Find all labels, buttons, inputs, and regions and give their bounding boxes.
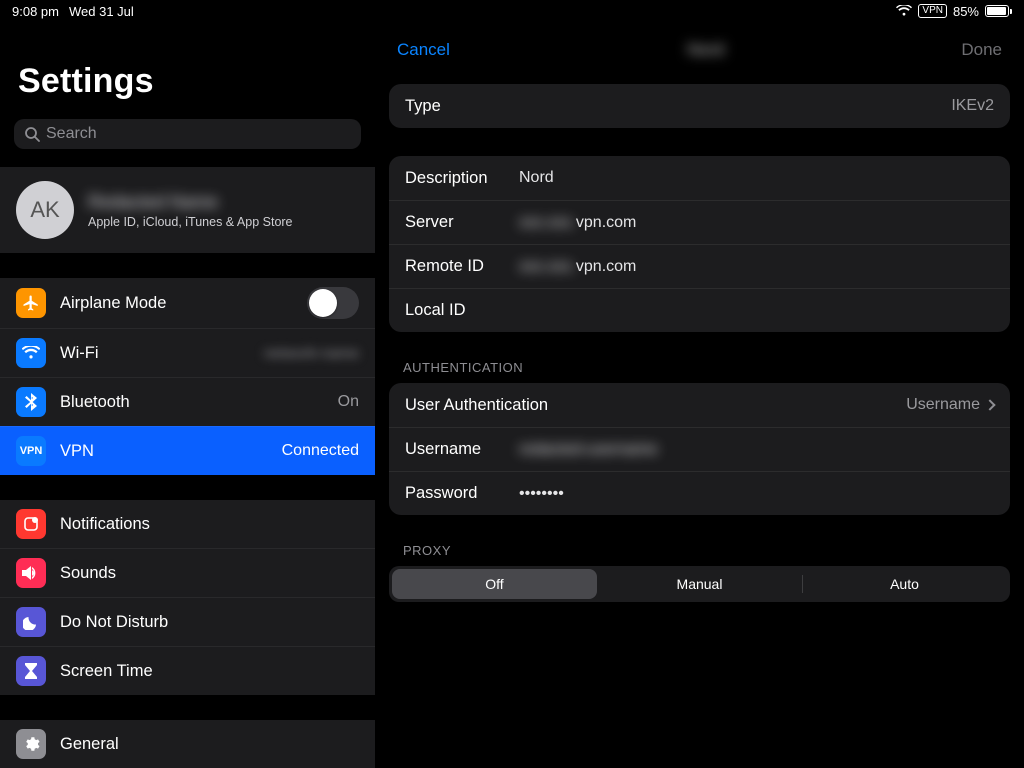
authentication-section-label: AUTHENTICATION (403, 360, 996, 375)
user-authentication-value: Username (906, 396, 994, 414)
user-authentication-row[interactable]: User Authentication Username (389, 383, 1010, 427)
sidebar-item-vpn[interactable]: VPN VPN Connected (0, 426, 375, 475)
sidebar-item-notifications[interactable]: Notifications (0, 500, 375, 548)
apple-id-row[interactable]: AK Redacted Name Apple ID, iCloud, iTune… (0, 167, 375, 253)
sidebar-item-dnd[interactable]: Do Not Disturb (0, 597, 375, 646)
bluetooth-status: On (338, 393, 359, 411)
type-label: Type (405, 97, 503, 116)
server-value: xxx.xxx.vpn.com (519, 214, 994, 232)
status-time: 9:08 pm (12, 4, 59, 19)
account-subtitle: Apple ID, iCloud, iTunes & App Store (88, 215, 293, 229)
sidebar-item-label: General (60, 735, 359, 754)
server-row[interactable]: Server xxx.xxx.vpn.com (389, 200, 1010, 244)
sidebar-item-screentime[interactable]: Screen Time (0, 646, 375, 695)
settings-sidebar: Settings AK Redacted Name Apple ID, iClo… (0, 22, 375, 768)
wifi-icon (16, 338, 46, 368)
username-row[interactable]: Username redacted-username (389, 427, 1010, 471)
battery-icon (985, 5, 1012, 17)
battery-percentage: 85% (953, 4, 979, 19)
search-field[interactable] (14, 119, 361, 149)
sidebar-item-label: Do Not Disturb (60, 613, 359, 632)
notifications-icon (16, 509, 46, 539)
proxy-manual-segment[interactable]: Manual (597, 569, 802, 599)
password-label: Password (405, 484, 503, 503)
local-id-label: Local ID (405, 301, 503, 320)
detail-title-redacted: Nord (687, 40, 724, 60)
remote-id-label: Remote ID (405, 257, 503, 276)
vpn-config-pane: Cancel Nord Done Type IKEv2 Description … (375, 22, 1024, 768)
wifi-status-icon (896, 5, 912, 17)
vpn-status-badge: VPN (918, 4, 947, 18)
hourglass-icon (16, 656, 46, 686)
sidebar-item-label: Notifications (60, 515, 359, 534)
type-value: IKEv2 (951, 97, 994, 115)
airplane-icon (16, 288, 46, 318)
sidebar-item-label: Airplane Mode (60, 294, 293, 313)
description-label: Description (405, 169, 503, 188)
sounds-icon (16, 558, 46, 588)
bluetooth-icon (16, 387, 46, 417)
password-row[interactable]: Password •••••••• (389, 471, 1010, 515)
sidebar-item-label: Sounds (60, 564, 359, 583)
airplane-toggle[interactable] (307, 287, 359, 319)
remote-id-row[interactable]: Remote ID xxx.xxx.vpn.com (389, 244, 1010, 288)
proxy-section-label: PROXY (403, 543, 996, 558)
wifi-network-redacted: network-name (264, 345, 359, 362)
status-bar: 9:08 pm Wed 31 Jul VPN 85% (0, 0, 1024, 22)
sidebar-item-bluetooth[interactable]: Bluetooth On (0, 377, 375, 426)
page-title: Settings (18, 62, 357, 101)
username-label: Username (405, 440, 503, 459)
proxy-off-segment[interactable]: Off (392, 569, 597, 599)
username-value-redacted: redacted-username (519, 441, 994, 459)
status-date: Wed 31 Jul (69, 4, 134, 19)
proxy-segmented-control[interactable]: Off Manual Auto (389, 566, 1010, 602)
vpn-icon: VPN (16, 436, 46, 466)
search-icon (24, 126, 40, 142)
account-name-redacted: Redacted Name (88, 192, 293, 213)
moon-icon (16, 607, 46, 637)
done-button[interactable]: Done (961, 40, 1002, 60)
cancel-button[interactable]: Cancel (397, 40, 450, 60)
local-id-row[interactable]: Local ID (389, 288, 1010, 332)
server-label: Server (405, 213, 503, 232)
sidebar-item-general[interactable]: General (0, 720, 375, 768)
user-authentication-label: User Authentication (405, 396, 548, 415)
sidebar-item-sounds[interactable]: Sounds (0, 548, 375, 597)
sidebar-item-wifi[interactable]: Wi-Fi network-name (0, 328, 375, 377)
sidebar-item-label: Bluetooth (60, 393, 324, 412)
proxy-auto-segment[interactable]: Auto (802, 569, 1007, 599)
sidebar-item-label: Screen Time (60, 662, 359, 681)
chevron-right-icon (984, 399, 995, 410)
gear-icon (16, 729, 46, 759)
sidebar-item-label: Wi-Fi (60, 344, 250, 363)
search-input[interactable] (46, 125, 351, 143)
sidebar-item-airplane[interactable]: Airplane Mode (0, 278, 375, 328)
description-row[interactable]: Description Nord (389, 156, 1010, 200)
avatar: AK (16, 181, 74, 239)
type-row[interactable]: Type IKEv2 (389, 84, 1010, 128)
password-mask: •••••••• (519, 485, 994, 503)
description-value: Nord (519, 169, 994, 187)
remote-id-value: xxx.xxx.vpn.com (519, 258, 994, 276)
vpn-status: Connected (282, 442, 359, 460)
sidebar-item-label: VPN (60, 442, 268, 461)
